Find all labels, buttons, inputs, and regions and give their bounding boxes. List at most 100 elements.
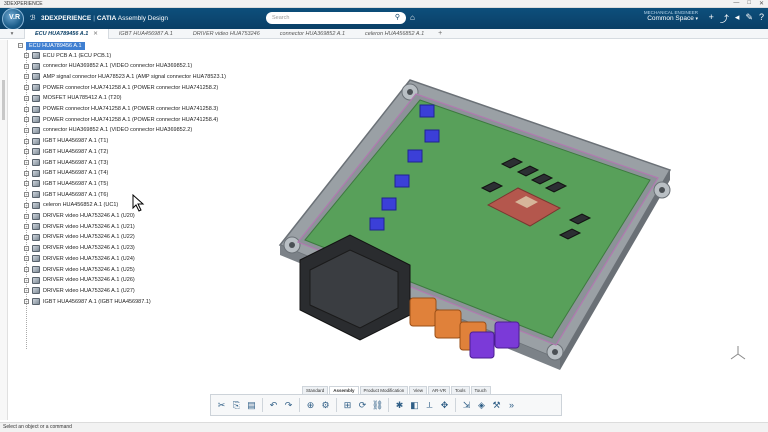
tree-item[interactable]: + IGBT HUA456987 A.1 (T4) (24, 169, 108, 178)
tools-icon[interactable]: ✎ (745, 12, 753, 25)
expand-icon[interactable]: + (24, 224, 29, 230)
section-icon[interactable]: ◧ (408, 399, 421, 412)
tree-root[interactable]: − ECU HUA789456 A.1 (18, 41, 85, 50)
expand-icon[interactable]: + (24, 95, 29, 101)
tab-touch[interactable]: Touch (470, 386, 491, 394)
help-icon[interactable]: ? (759, 12, 764, 25)
tree-item[interactable]: + POWER connector HUA741258 A.1 (POWER co… (24, 83, 218, 92)
search-input[interactable] (266, 12, 406, 24)
publish-icon[interactable]: ⇲ (460, 399, 473, 412)
tree-item[interactable]: + celeron HUA456852 A.1 (UC1) (24, 201, 118, 210)
expand-icon[interactable]: + (24, 245, 29, 251)
zoom-icon[interactable]: ⊕ (304, 399, 317, 412)
tabs-dropdown-icon[interactable]: ▾ (0, 31, 24, 37)
cut-icon[interactable]: ✂ (215, 399, 228, 412)
tab-tools[interactable]: Tools (451, 386, 470, 394)
paste-icon[interactable]: ▤ (245, 399, 258, 412)
expand-icon[interactable]: + (24, 234, 29, 240)
tab-driver[interactable]: DRIVER video HUA753246 (183, 29, 270, 39)
tree-item[interactable]: + IGBT HUA456987 A.1 (T6) (24, 190, 108, 199)
fit-all-icon[interactable]: ⚙ (319, 399, 332, 412)
tab-standard[interactable]: Standard (302, 386, 329, 394)
expand-icon[interactable]: + (24, 213, 29, 219)
axis-triad-icon[interactable] (728, 344, 748, 364)
more-icon[interactable]: » (505, 399, 518, 412)
compass-icon[interactable]: ✥ (438, 399, 451, 412)
expand-icon[interactable]: + (24, 117, 29, 123)
expand-icon[interactable]: + (24, 277, 29, 283)
expand-icon[interactable]: + (24, 202, 29, 208)
tree-item[interactable]: + DRIVER video HUA753246 A.1 (U24) (24, 254, 135, 263)
expand-icon[interactable]: + (24, 299, 29, 305)
tree-item[interactable]: + AMP signal connector HUA78523 A.1 (AMP … (24, 72, 226, 81)
expand-icon[interactable]: + (24, 138, 29, 144)
tree-item[interactable]: + DRIVER video HUA753246 A.1 (U22) (24, 233, 135, 242)
tree-item[interactable]: + connector HUA369852 A.1 (VIDEO connecto… (24, 62, 192, 71)
scroll-thumb[interactable] (2, 80, 5, 120)
explode-icon[interactable]: ✱ (393, 399, 406, 412)
compass-icon[interactable]: V.R (2, 8, 24, 30)
settings-icon[interactable]: ⚒ (490, 399, 503, 412)
render-icon[interactable]: ◈ (475, 399, 488, 412)
expand-icon[interactable]: + (24, 74, 29, 80)
expand-icon[interactable]: + (24, 192, 29, 198)
expand-icon[interactable]: + (24, 288, 29, 294)
tree-item[interactable]: + MOSFET HUA785412 A.1 (T20) (24, 94, 121, 103)
expand-icon[interactable]: + (24, 85, 29, 91)
expand-icon[interactable]: + (24, 53, 29, 58)
maximize-icon[interactable]: □ (747, 0, 751, 7)
collab-space-selector[interactable]: MECHANICAL ENGINEER Common Space ▾ (620, 10, 698, 22)
tree-item[interactable]: + DRIVER video HUA753246 A.1 (U20) (24, 212, 135, 221)
tree-item[interactable]: + DRIVER video HUA753246 A.1 (U27) (24, 286, 135, 295)
tree-item[interactable]: + DRIVER video HUA753246 A.1 (U23) (24, 244, 135, 253)
communicate-icon[interactable]: ◂ (735, 12, 740, 25)
measure-icon[interactable]: ⟂ (423, 399, 436, 412)
tab-ecu[interactable]: ECU HUA789456 A.1 ✕ (24, 28, 109, 39)
expand-icon[interactable]: + (24, 160, 29, 165)
tab-igbt[interactable]: IGBT HUA456987 A.1 (109, 29, 183, 39)
tree-item[interactable]: + IGBT HUA456987 A.1 (IGBT HUA456987.1) (24, 297, 151, 306)
tree-item[interactable]: + IGBT HUA456987 A.1 (T3) (24, 158, 108, 167)
tree-item[interactable]: + POWER connector HUA741258 A.1 (POWER co… (24, 115, 218, 124)
tree-item[interactable]: + IGBT HUA456987 A.1 (T2) (24, 147, 108, 156)
tag-icon[interactable]: ⌂ (410, 13, 415, 22)
tab-celeron[interactable]: celeron HUA456852 A.1 (355, 29, 434, 39)
expand-icon[interactable]: + (24, 267, 29, 272)
new-tab-icon[interactable]: + (438, 30, 442, 37)
expand-icon[interactable]: + (24, 149, 29, 155)
close-icon[interactable]: ✕ (93, 31, 98, 37)
replace-icon[interactable]: ⟳ (356, 399, 369, 412)
share-icon[interactable]: ⤴ (720, 12, 729, 25)
expand-icon[interactable]: + (24, 63, 29, 69)
tree-item[interactable]: + POWER connector HUA741258 A.1 (POWER co… (24, 105, 218, 114)
tab-ar-vr[interactable]: AR-VR (428, 386, 451, 394)
tab-product-modification[interactable]: Product Modification (359, 386, 409, 394)
tab-connector[interactable]: connector HUA369852 A.1 (270, 29, 355, 39)
redo-icon[interactable]: ↷ (282, 399, 295, 412)
add-icon[interactable]: + (709, 12, 714, 25)
tab-assembly[interactable]: Assembly (329, 386, 359, 394)
close-icon[interactable]: ✕ (759, 0, 764, 7)
tree-item[interactable]: + IGBT HUA456987 A.1 (T5) (24, 179, 108, 188)
expand-icon[interactable]: + (24, 256, 29, 262)
tree-item[interactable]: + ECU PCB A.1 (ECU PCB.1) (24, 51, 111, 60)
tree-item[interactable]: + DRIVER video HUA753246 A.1 (U25) (24, 265, 135, 274)
tree-item[interactable]: + DRIVER video HUA753246 A.1 (U21) (24, 222, 135, 231)
expand-icon[interactable]: + (24, 106, 29, 112)
tree-item[interactable]: + connector HUA369852 A.1 (VIDEO connecto… (24, 126, 192, 135)
collapse-icon[interactable]: − (18, 43, 23, 48)
undo-icon[interactable]: ↶ (267, 399, 280, 412)
expand-icon[interactable]: + (24, 170, 29, 176)
tree-scrollbar[interactable] (0, 40, 8, 420)
3d-viewport[interactable] (270, 60, 690, 380)
insert-icon[interactable]: ⊞ (341, 399, 354, 412)
tab-view[interactable]: View (409, 386, 427, 394)
tree-item[interactable]: + IGBT HUA456987 A.1 (T1) (24, 137, 108, 146)
constraint-icon[interactable]: ⛓ (371, 399, 384, 412)
tree-item[interactable]: + DRIVER video HUA753246 A.1 (U26) (24, 276, 135, 285)
minimize-icon[interactable]: — (733, 0, 739, 7)
search-icon[interactable]: ⚲ (392, 13, 403, 23)
copy-icon[interactable]: ⎘ (230, 399, 243, 412)
expand-icon[interactable]: + (24, 127, 29, 133)
expand-icon[interactable]: + (24, 181, 29, 187)
